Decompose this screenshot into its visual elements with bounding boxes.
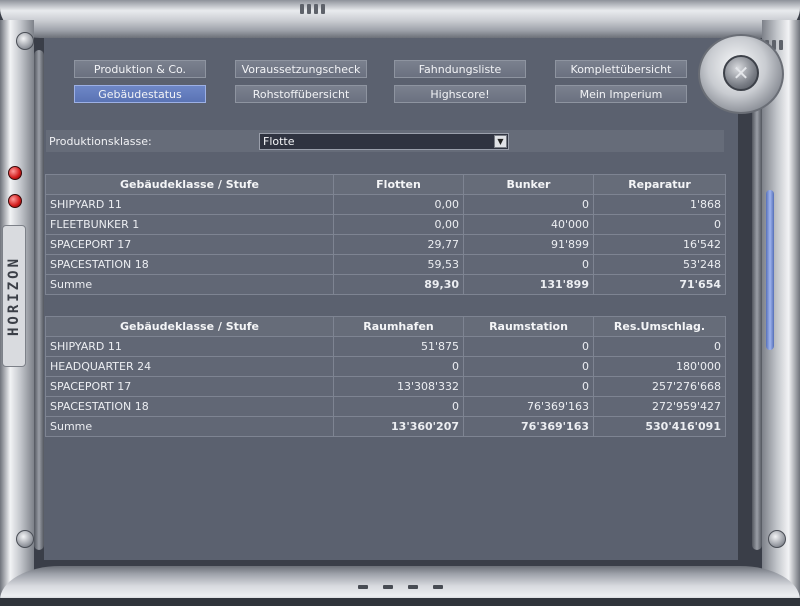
value-cell: 0 (593, 336, 726, 357)
value-cell: 272'959'427 (593, 396, 726, 417)
close-button[interactable]: ✕ (723, 55, 759, 91)
table-row: SPACEPORT 17 29,77 91'899 16'542 (45, 234, 726, 255)
sum-value: 530'416'091 (593, 416, 726, 437)
value-cell: 40'000 (463, 214, 594, 235)
chevron-down-icon[interactable]: ▼ (494, 134, 507, 148)
table-row: SPACESTATION 18 59,53 0 53'248 (45, 254, 726, 275)
column-header: Gebäudeklasse / Stufe (45, 316, 334, 337)
sum-value: 131'899 (463, 274, 594, 295)
brand-logo: HORIZON (2, 225, 26, 367)
building-cell: SPACEPORT 17 (45, 376, 334, 397)
value-cell: 13'308'332 (333, 376, 464, 397)
brand-logo-text: HORIZON (6, 255, 22, 337)
nav-rohstoffuebersicht-button[interactable]: Rohstoffübersicht (235, 85, 367, 103)
screw-icon (16, 32, 34, 50)
production-class-select[interactable]: Flotte ▼ (259, 132, 509, 150)
sum-label: Summe (45, 416, 334, 437)
nav-produktion-button[interactable]: Produktion & Co. (74, 60, 206, 78)
value-cell: 59,53 (333, 254, 464, 275)
value-cell: 53'248 (593, 254, 726, 275)
frame-top (0, 0, 800, 38)
sum-row: Summe 13'360'207 76'369'163 530'416'091 (45, 416, 726, 437)
table-header-row: Gebäudeklasse / Stufe Flotten Bunker Rep… (45, 174, 726, 195)
sum-label: Summe (45, 274, 334, 295)
status-led-icon (8, 166, 22, 180)
value-cell: 0,00 (333, 194, 464, 215)
column-header: Res.Umschlag. (593, 316, 726, 337)
sum-row: Summe 89,30 131'899 71'654 (45, 274, 726, 295)
building-cell: SHIPYARD 11 (45, 194, 334, 215)
nav-mein-imperium-button[interactable]: Mein Imperium (555, 85, 687, 103)
value-cell: 1'868 (593, 194, 726, 215)
building-cell: FLEETBUNKER 1 (45, 214, 334, 235)
nav-komplettuebersicht-button[interactable]: Komplettübersicht (555, 60, 687, 78)
status-led-icon (8, 194, 22, 208)
value-cell: 180'000 (593, 356, 726, 377)
production-class-value: Flotte (263, 134, 295, 148)
building-table-resources: Gebäudeklasse / Stufe Raumhafen Raumstat… (45, 316, 726, 437)
table-row: SPACEPORT 17 13'308'332 0 257'276'668 (45, 376, 726, 397)
table-row: HEADQUARTER 24 0 0 180'000 (45, 356, 726, 377)
sum-value: 13'360'207 (333, 416, 464, 437)
column-header: Reparatur (593, 174, 726, 195)
value-cell: 16'542 (593, 234, 726, 255)
value-cell: 0 (463, 336, 594, 357)
building-cell: SPACESTATION 18 (45, 254, 334, 275)
frame-blue-tube (766, 190, 774, 350)
value-cell: 0 (463, 254, 594, 275)
column-header: Raumstation (463, 316, 594, 337)
bottom-vent-grill (350, 582, 450, 592)
frame-rail-left (34, 50, 44, 550)
value-cell: 0 (333, 356, 464, 377)
column-header: Raumhafen (333, 316, 464, 337)
nav-voraussetzungscheck-button[interactable]: Voraussetzungscheck (235, 60, 367, 78)
screw-icon (16, 530, 34, 548)
building-cell: SHIPYARD 11 (45, 336, 334, 357)
building-cell: SPACEPORT 17 (45, 234, 334, 255)
frame-rail-right (752, 50, 762, 550)
screw-icon (768, 530, 786, 548)
column-header: Bunker (463, 174, 594, 195)
table-header-row: Gebäudeklasse / Stufe Raumhafen Raumstat… (45, 316, 726, 337)
value-cell: 91'899 (463, 234, 594, 255)
building-cell: HEADQUARTER 24 (45, 356, 334, 377)
close-icon: ✕ (732, 61, 750, 85)
frame-bottom-edge (0, 598, 800, 606)
building-table-fleet: Gebäudeklasse / Stufe Flotten Bunker Rep… (45, 174, 726, 295)
production-class-label: Produktionsklasse: (49, 134, 152, 148)
sum-value: 89,30 (333, 274, 464, 295)
value-cell: 257'276'668 (593, 376, 726, 397)
sum-value: 76'369'163 (463, 416, 594, 437)
table-row: SPACESTATION 18 0 76'369'163 272'959'427 (45, 396, 726, 417)
value-cell: 51'875 (333, 336, 464, 357)
top-vent-grill (300, 4, 325, 14)
value-cell: 0 (463, 356, 594, 377)
sum-value: 71'654 (593, 274, 726, 295)
column-header: Gebäudeklasse / Stufe (45, 174, 334, 195)
value-cell: 0 (463, 376, 594, 397)
table-row: FLEETBUNKER 1 0,00 40'000 0 (45, 214, 726, 235)
value-cell: 0 (463, 194, 594, 215)
value-cell: 29,77 (333, 234, 464, 255)
value-cell: 0 (333, 396, 464, 417)
value-cell: 0 (593, 214, 726, 235)
main-panel: Produktion & Co. Voraussetzungscheck Fah… (44, 38, 738, 560)
table-row: SHIPYARD 11 51'875 0 0 (45, 336, 726, 357)
value-cell: 0,00 (333, 214, 464, 235)
value-cell: 76'369'163 (463, 396, 594, 417)
nav-gebaeudestatus-button[interactable]: Gebäudestatus (74, 85, 206, 103)
nav-fahndungsliste-button[interactable]: Fahndungsliste (394, 60, 526, 78)
nav-highscore-button[interactable]: Highscore! (394, 85, 526, 103)
column-header: Flotten (333, 174, 464, 195)
production-class-row: Produktionsklasse: Flotte ▼ (46, 130, 724, 152)
table-row: SHIPYARD 11 0,00 0 1'868 (45, 194, 726, 215)
building-cell: SPACESTATION 18 (45, 396, 334, 417)
